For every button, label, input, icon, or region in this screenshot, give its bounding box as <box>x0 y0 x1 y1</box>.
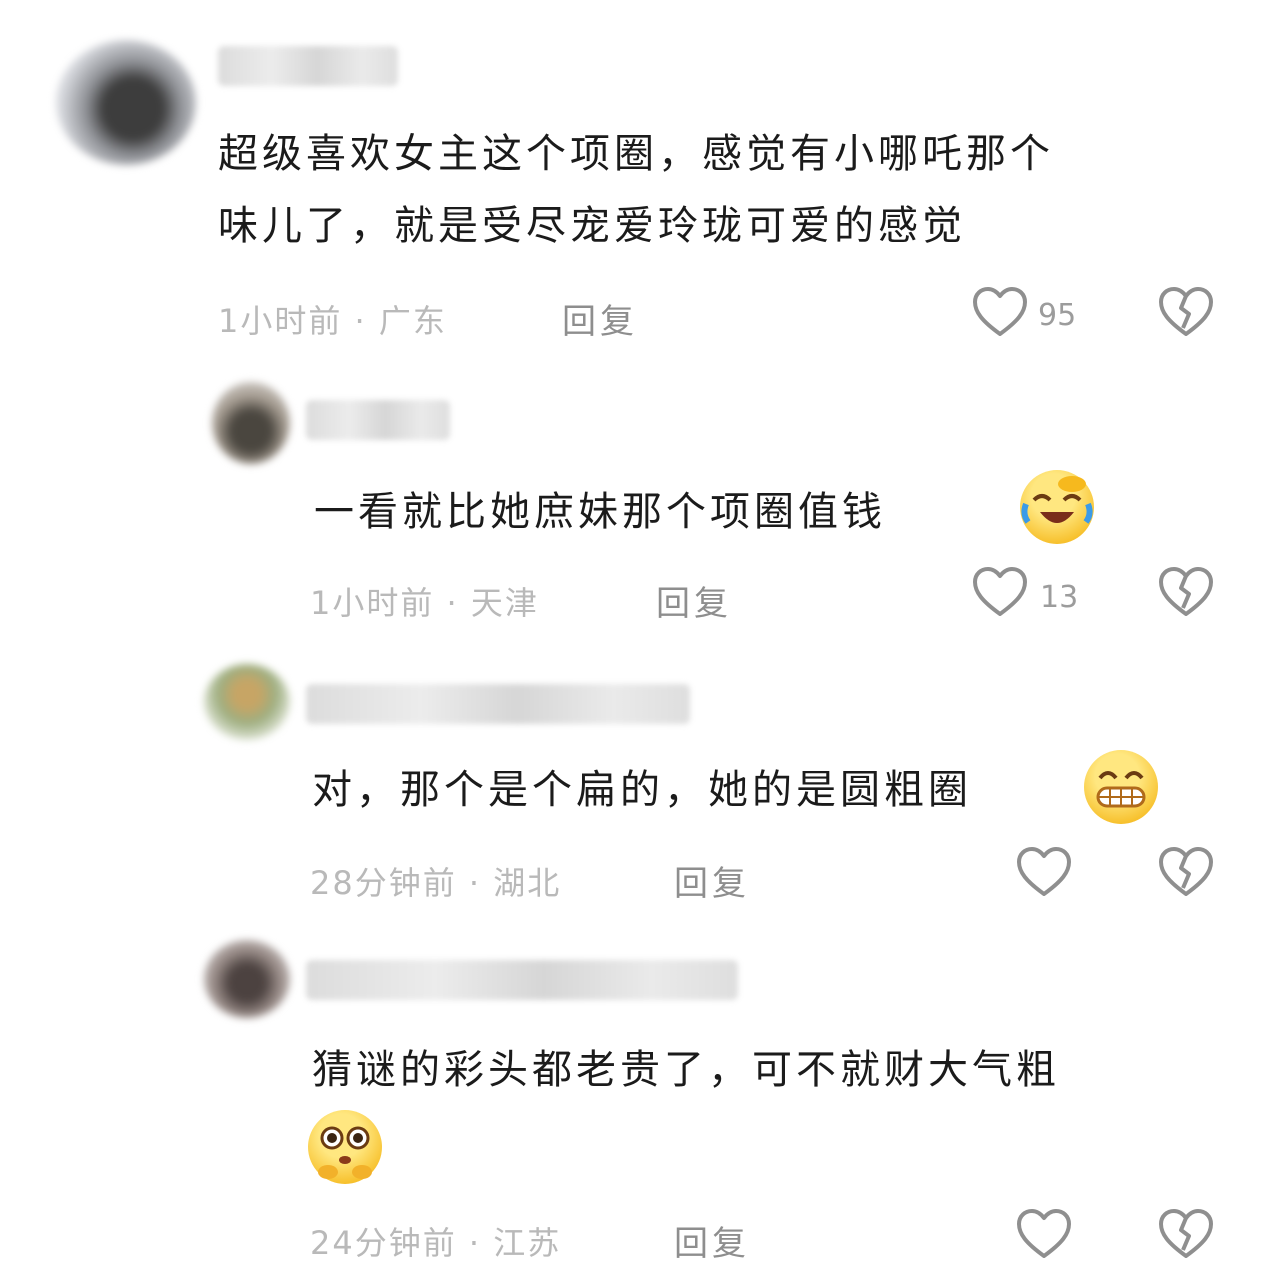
pleading-emoji <box>308 1110 382 1184</box>
comment-text-line: 超级喜欢女主这个项圈，感觉有小哪吒那个 <box>218 131 1054 177</box>
broken-heart-icon[interactable] <box>1158 566 1214 618</box>
comment-meta: 28分钟前 · 湖北 <box>310 864 562 902</box>
broken-heart-icon[interactable] <box>1158 846 1214 898</box>
avatar[interactable] <box>56 40 196 165</box>
grinning-emoji <box>1084 750 1158 824</box>
heart-outline-icon[interactable] <box>972 566 1028 618</box>
comment-meta: 1小时前 · 天津 <box>310 584 539 622</box>
reply-button[interactable]: 回复 <box>562 294 638 343</box>
comment-text: 对，那个是个扁的，她的是圆粗圈 <box>312 767 972 813</box>
avatar[interactable] <box>204 940 290 1018</box>
laughing-crying-emoji <box>1020 470 1094 544</box>
broken-heart-icon[interactable] <box>1158 1208 1214 1260</box>
comment-text-line: 味儿了，就是受尽宠爱玲珑可爱的感觉 <box>218 203 966 249</box>
username-blurred[interactable] <box>218 46 398 86</box>
heart-outline-icon[interactable] <box>972 286 1028 338</box>
comment-meta: 24分钟前 · 江苏 <box>310 1224 562 1262</box>
comment-text: 超级喜欢女主这个项圈，感觉有小哪吒那个 味儿了，就是受尽宠爱玲珑可爱的感觉 <box>218 118 1218 262</box>
reply-button[interactable]: 回复 <box>656 576 732 625</box>
reply-button[interactable]: 回复 <box>674 856 750 905</box>
avatar[interactable] <box>204 664 290 740</box>
like-count: 95 <box>1038 298 1077 333</box>
broken-heart-icon[interactable] <box>1158 286 1214 338</box>
username-blurred[interactable] <box>306 400 450 440</box>
comment-meta: 1小时前 · 广东 <box>218 302 447 340</box>
reply-button[interactable]: 回复 <box>674 1216 750 1265</box>
heart-outline-icon[interactable] <box>1016 846 1072 898</box>
username-blurred[interactable] <box>306 960 738 1000</box>
comment-text: 一看就比她庶妹那个项圈值钱 <box>314 489 886 535</box>
username-blurred[interactable] <box>306 684 690 724</box>
comment-text: 猜谜的彩头都老贵了，可不就财大气粗 <box>312 1047 1060 1093</box>
avatar[interactable] <box>212 382 290 464</box>
heart-outline-icon[interactable] <box>1016 1208 1072 1260</box>
like-count: 13 <box>1040 580 1079 615</box>
